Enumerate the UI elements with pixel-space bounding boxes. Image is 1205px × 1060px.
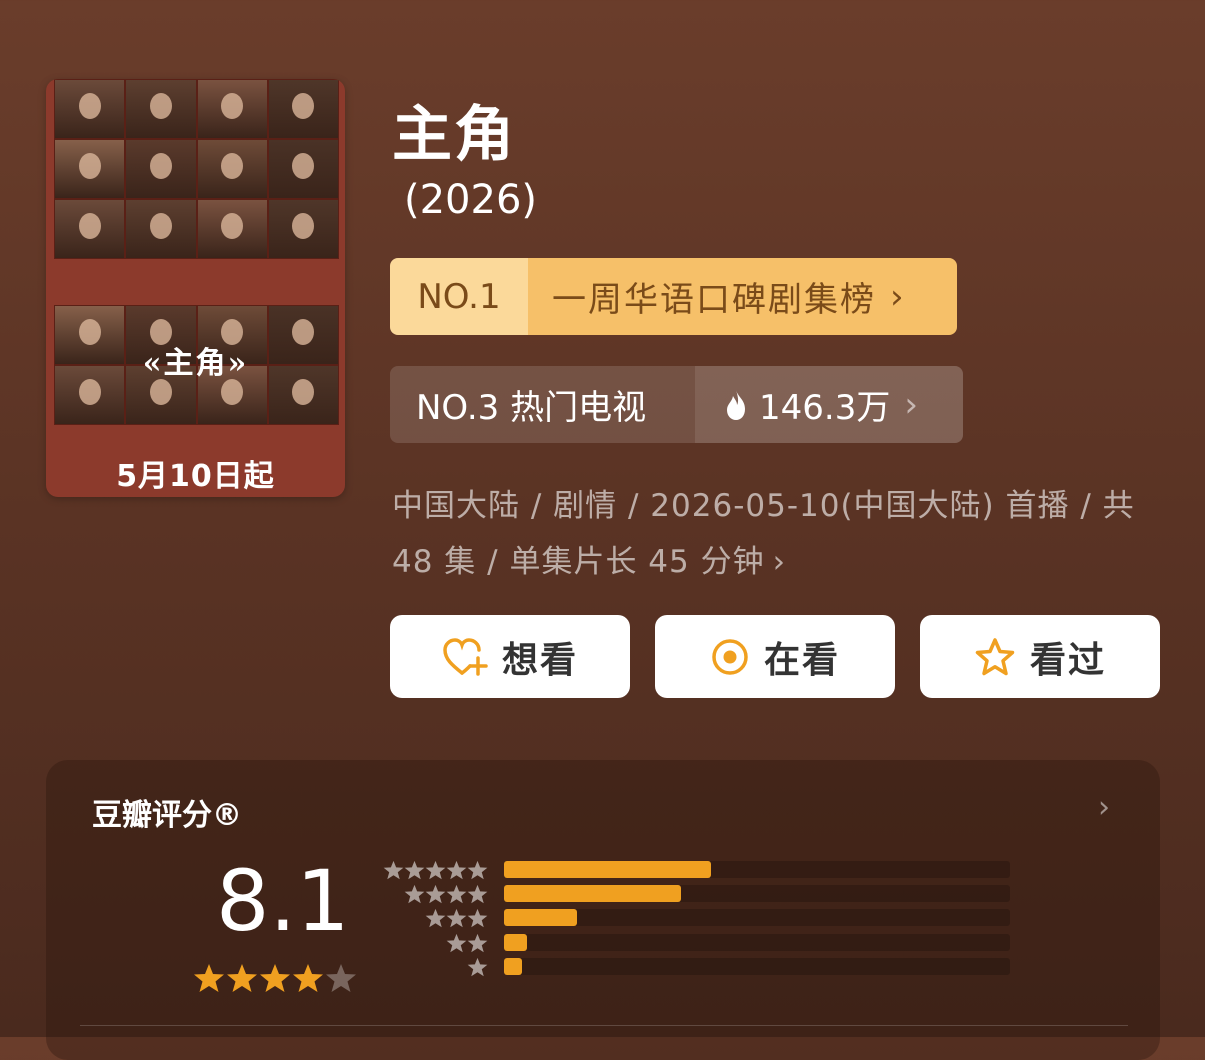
target-icon	[712, 638, 748, 675]
star-outline-icon	[975, 637, 1015, 675]
watching-label: 在看	[763, 639, 840, 681]
poster-cast-photo	[196, 199, 268, 259]
star-filled-icon	[194, 964, 224, 992]
heat-value-box: 146.3万 ›	[695, 366, 963, 443]
poster-face	[292, 212, 315, 239]
watched-button[interactable]: 看过	[920, 615, 1160, 698]
chevron-right-icon: ›	[890, 276, 906, 317]
meta-line-1: 中国大陆 / 剧情 / 2026-05-10(中国大陆) 首播 / 共	[392, 488, 1135, 524]
distribution-track	[504, 933, 1010, 951]
poster-cast-photo	[125, 139, 197, 199]
poster-cast-photo	[54, 199, 126, 259]
poster-cast-photo	[196, 79, 268, 139]
poster-face	[221, 92, 244, 119]
distribution-stars	[380, 860, 488, 880]
star-empty-icon	[326, 964, 356, 992]
chevron-right-icon: ›	[904, 384, 918, 425]
poster-cast-photo	[54, 139, 126, 199]
flame-icon	[727, 389, 745, 420]
poster-face	[292, 92, 315, 119]
distribution-bar	[504, 885, 682, 903]
star-small-icon	[467, 957, 488, 976]
poster-cast-photo	[196, 139, 268, 199]
poster-cast-photo	[54, 79, 126, 139]
distribution-track	[504, 957, 1010, 975]
poster-face	[221, 152, 244, 179]
score-stars	[193, 963, 357, 993]
star-filled-icon	[260, 964, 290, 992]
star-small-icon	[467, 860, 488, 880]
meta-line-2: 48 集 / 单集片长 45 分钟	[392, 544, 765, 580]
star-small-icon	[467, 933, 488, 952]
distribution-bar	[504, 909, 578, 927]
poster-face	[78, 92, 101, 119]
distribution-bar	[504, 957, 522, 975]
star-small-icon	[446, 933, 467, 952]
rank-chart-label: 一周华语口碑剧集榜	[552, 280, 876, 320]
rank-badge-hot-tv[interactable]: NO.3 热门电视 146.3万 ›	[390, 366, 963, 443]
star-small-icon	[425, 860, 446, 880]
poster-face	[78, 212, 101, 239]
meta-line-2-wrap: 48 集 / 单集片长 45 分钟 ›	[392, 534, 1162, 590]
star-small-icon	[404, 860, 425, 880]
chevron-right-icon[interactable]: ›	[1098, 790, 1110, 825]
poster-title: «主角»	[142, 346, 249, 381]
rank-number: NO.1	[390, 258, 528, 335]
chevron-right-icon: ›	[772, 544, 787, 580]
star-small-icon	[446, 860, 467, 880]
poster-title-band: «主角»	[46, 337, 345, 383]
want-to-watch-button[interactable]: 想看	[390, 615, 630, 698]
watching-button[interactable]: 在看	[655, 615, 895, 698]
star-small-icon	[425, 885, 446, 904]
star-small-icon	[425, 909, 446, 928]
page-title: 主角	[392, 100, 516, 170]
release-year: (2026)	[404, 177, 538, 223]
rating-score: 8.1	[216, 852, 350, 950]
star-small-icon	[383, 860, 404, 880]
star-small-icon	[467, 885, 488, 904]
star-filled-icon	[227, 964, 257, 992]
want-to-watch-label: 想看	[501, 639, 578, 681]
poster-cast-photo	[267, 79, 339, 139]
poster-date: 5月10日起	[116, 459, 275, 494]
watched-label: 看过	[1029, 639, 1106, 681]
poster-face	[221, 212, 244, 239]
star-small-icon	[446, 909, 467, 928]
distribution-bar	[504, 861, 712, 878]
poster-cast-photo	[125, 199, 197, 259]
divider	[80, 1025, 1128, 1026]
poster-cast-photo	[267, 199, 339, 259]
distribution-stars	[380, 957, 488, 977]
distribution-stars	[380, 908, 488, 928]
star-small-icon	[404, 885, 425, 904]
distribution-stars	[380, 884, 488, 904]
star-filled-icon	[293, 964, 323, 992]
rating-section-title: 豆瓣评分®	[92, 798, 242, 833]
distribution-track	[504, 909, 1010, 927]
distribution-stars	[380, 933, 488, 953]
rank-chart-link: 一周华语口碑剧集榜 ›	[528, 258, 957, 335]
poster-face	[149, 92, 172, 119]
hot-tv-rank-label: NO.3 热门电视	[390, 366, 695, 443]
poster-face	[292, 152, 315, 179]
poster-face	[149, 152, 172, 179]
poster-cast-photo	[267, 139, 339, 199]
heart-plus-icon	[443, 637, 488, 676]
poster[interactable]: «主角» 5月10日起	[46, 79, 345, 497]
show-meta-info[interactable]: 中国大陆 / 剧情 / 2026-05-10(中国大陆) 首播 / 共 48 集…	[392, 478, 1162, 590]
poster-face	[78, 152, 101, 179]
distribution-bar	[504, 933, 527, 951]
rank-badge-weekly-chart[interactable]: NO.1 一周华语口碑剧集榜 ›	[390, 258, 957, 335]
star-small-icon	[467, 909, 488, 928]
heat-value: 146.3万	[759, 388, 891, 428]
poster-cast-photo	[125, 79, 197, 139]
poster-face	[149, 212, 172, 239]
star-small-icon	[446, 885, 467, 904]
